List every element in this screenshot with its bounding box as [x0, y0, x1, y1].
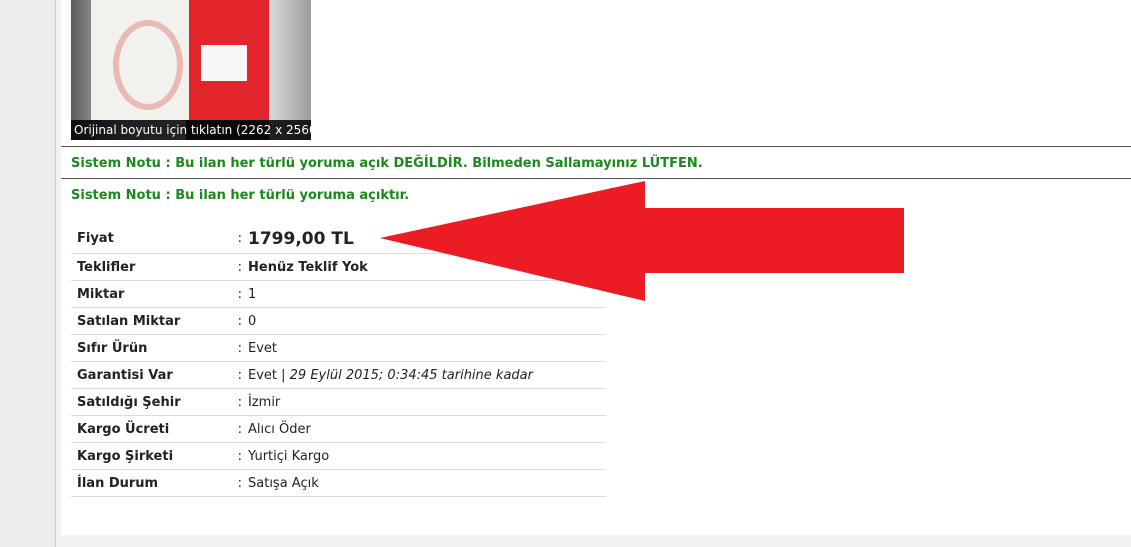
row-key-quantity: Miktar [71, 280, 236, 308]
divider [61, 146, 1131, 147]
row-key-shipping-fee: Kargo Ücreti [71, 415, 236, 443]
system-note-1: Sistem Notu : Bu ilan her türlü yoruma a… [71, 156, 703, 171]
image-caption[interactable]: Orijinal boyutu için tıklatın (2262 x 25… [71, 120, 311, 140]
product-box-red [189, 0, 269, 120]
divider [61, 178, 1131, 179]
row-key-city: Satıldığı Şehir [71, 388, 236, 416]
shipping-fee-value: Alıcı Öder [242, 415, 606, 443]
new-product-value: Evet [242, 334, 606, 362]
listing-status-value: Satışa Açık [242, 469, 606, 497]
table-row: İlan Durum : Satışa Açık [71, 469, 606, 497]
product-box-white [91, 0, 201, 120]
row-key-offers: Teklifler [71, 253, 236, 281]
warranty-value: Evet | [248, 367, 286, 383]
table-row: Satılan Miktar : 0 [71, 307, 606, 335]
product-image-link[interactable]: Orijinal boyutu için tıklatın (2262 x 25… [71, 0, 311, 140]
table-row: Sıfır Ürün : Evet [71, 334, 606, 362]
price-value: 1799,00 TL [248, 228, 354, 249]
system-note-2: Sistem Notu : Bu ilan her türlü yoruma a… [71, 188, 410, 203]
city-value: İzmir [242, 388, 606, 416]
offers-value: Henüz Teklif Yok [248, 259, 368, 275]
row-key-shipping-company: Kargo Şirketi [71, 442, 236, 470]
shipping-company-value: Yurtiçi Kargo [242, 442, 606, 470]
row-key-sold-quantity: Satılan Miktar [71, 307, 236, 335]
left-gutter [0, 0, 56, 547]
table-row: Kargo Ücreti : Alıcı Öder [71, 415, 606, 443]
row-key-price: Fiyat [71, 224, 236, 254]
red-arrow-annotation-icon [380, 181, 904, 301]
row-key-listing-status: İlan Durum [71, 469, 236, 497]
table-row: Kargo Şirketi : Yurtiçi Kargo [71, 442, 606, 470]
row-key-new-product: Sıfır Ürün [71, 334, 236, 362]
warranty-date: 29 Eylül 2015; 0:34:45 tarihine kadar [289, 367, 533, 383]
sold-quantity-value: 0 [242, 307, 606, 335]
row-key-warranty: Garantisi Var [71, 361, 236, 389]
table-row: Garantisi Var : Evet | 29 Eylül 2015; 0:… [71, 361, 606, 389]
table-row: Satıldığı Şehir : İzmir [71, 388, 606, 416]
